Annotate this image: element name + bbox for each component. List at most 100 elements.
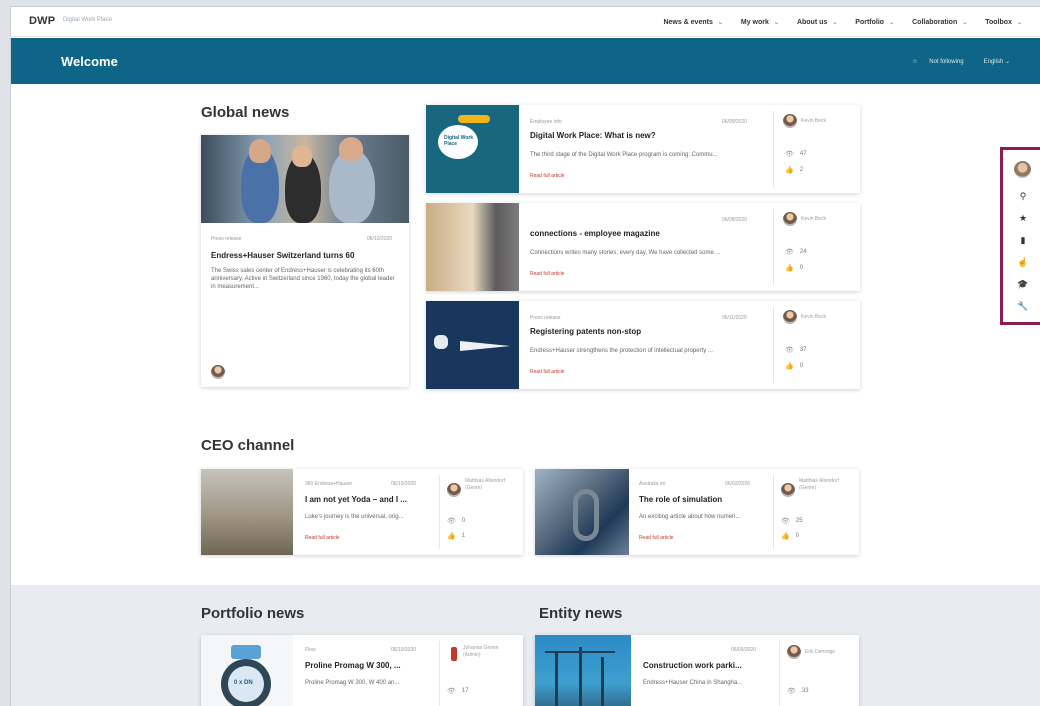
eye-icon: 👁 bbox=[447, 518, 456, 525]
like-count: 0 bbox=[799, 265, 804, 271]
news-type: Press release bbox=[530, 315, 561, 321]
language-select[interactable]: English ⌄ bbox=[974, 58, 1010, 65]
thumbs-up-icon: 👍 bbox=[447, 533, 456, 540]
news-image bbox=[201, 135, 409, 223]
likes-stat[interactable]: 👍 2 bbox=[785, 166, 803, 174]
view-count: 25 bbox=[795, 518, 803, 524]
news-type: Australia en bbox=[639, 481, 666, 487]
nav-my-work[interactable]: My work ⌄ bbox=[741, 19, 779, 26]
thumbs-up-icon: 👍 bbox=[785, 167, 794, 174]
app-logo[interactable]: DWP bbox=[29, 15, 55, 27]
news-title[interactable]: I am not yet Yoda – and I ... bbox=[305, 495, 407, 504]
views-stat: 👁 24 bbox=[785, 248, 807, 256]
follow-toggle[interactable]: ☆ Not following bbox=[912, 58, 963, 65]
nav-label: My work bbox=[740, 18, 769, 26]
nav-label: News & events bbox=[663, 18, 713, 26]
language-label: English bbox=[983, 59, 1004, 65]
entity-card[interactable]: 06/09/2020 Construction work parki... En… bbox=[535, 635, 859, 706]
portfolio-card[interactable]: 0 x DN Flow 06/10/2020 Proline Promag W … bbox=[201, 635, 523, 706]
nav-news-events[interactable]: News & events ⌄ bbox=[663, 19, 722, 26]
thumbs-up-icon: 👍 bbox=[785, 363, 794, 370]
bookmark-icon[interactable]: ▮ bbox=[1017, 234, 1029, 246]
avatar[interactable] bbox=[211, 365, 225, 379]
news-card[interactable]: Press release 06/11/2020 Registering pat… bbox=[426, 301, 860, 389]
news-type: Press release bbox=[211, 236, 242, 242]
news-title[interactable]: Proline Promag W 300, ... bbox=[305, 661, 401, 670]
nav-label: Collaboration bbox=[912, 18, 958, 26]
news-title[interactable]: Endress+Hauser Switzerland turns 60 bbox=[211, 251, 354, 260]
ceo-card[interactable]: Australia en 06/02/2020 The role of simu… bbox=[535, 469, 859, 555]
news-card-featured[interactable]: Press release 06/10/2020 Endress+Hauser … bbox=[201, 135, 409, 387]
eye-icon: 👁 bbox=[781, 518, 790, 525]
likes-stat[interactable]: 👍 0 bbox=[785, 362, 803, 370]
section-title-ceo-channel: CEO channel bbox=[201, 437, 295, 454]
read-article-link[interactable]: Read full article bbox=[305, 535, 339, 541]
view-count: 17 bbox=[461, 688, 469, 694]
wrench-icon[interactable]: 🔧 bbox=[1017, 300, 1029, 312]
nav-portfolio[interactable]: Portfolio ⌄ bbox=[855, 19, 894, 26]
news-title[interactable]: Digital Work Place: What is new? bbox=[530, 131, 656, 140]
news-description: Endress+Hauser China in Shangha... bbox=[643, 680, 743, 686]
news-type: Flow bbox=[305, 647, 316, 653]
nav-toolbox[interactable]: Toolbox ⌄ bbox=[985, 19, 1022, 26]
view-count: 33 bbox=[801, 688, 809, 694]
avatar[interactable] bbox=[783, 212, 797, 226]
eye-icon: 👁 bbox=[787, 688, 796, 695]
chevron-down-icon: ⌄ bbox=[962, 19, 968, 26]
quick-access-toolbar: ⚲ ★ ▮ ☝ 🎓 🔧 bbox=[1000, 147, 1040, 325]
section-title-global-news: Global news bbox=[201, 104, 290, 121]
graduation-cap-icon[interactable]: 🎓 bbox=[1017, 278, 1029, 290]
likes-stat[interactable]: 👍 1 bbox=[447, 532, 465, 540]
news-title[interactable]: Registering patents non-stop bbox=[530, 327, 641, 336]
read-article-link[interactable]: Read full article bbox=[639, 535, 673, 541]
read-article-link[interactable]: Read full article bbox=[530, 271, 564, 277]
nav-collaboration[interactable]: Collaboration ⌄ bbox=[912, 19, 967, 26]
news-thumbnail: 0 x DN bbox=[201, 635, 293, 706]
author-name: Kevin Beck bbox=[801, 314, 827, 320]
nav-label: About us bbox=[796, 18, 828, 26]
news-card[interactable]: Digital Work Place Employee info 06/09/2… bbox=[426, 105, 860, 193]
read-article-link[interactable]: Read full article bbox=[530, 369, 564, 375]
view-count: 0 bbox=[461, 518, 466, 524]
views-stat: 👁 47 bbox=[785, 150, 807, 158]
likes-stat[interactable]: 👍 0 bbox=[785, 264, 803, 272]
nav-label: Toolbox bbox=[985, 18, 1012, 26]
nav-about-us[interactable]: About us ⌄ bbox=[797, 19, 837, 26]
news-date: 06/10/2020 bbox=[391, 481, 417, 487]
views-stat: 👁 17 bbox=[447, 687, 469, 695]
star-icon[interactable]: ★ bbox=[1017, 212, 1029, 224]
news-description: Luke's journey is the universal, orig... bbox=[305, 514, 404, 520]
avatar[interactable] bbox=[787, 645, 801, 659]
news-title[interactable]: The role of simulation bbox=[639, 495, 722, 504]
avatar[interactable] bbox=[783, 310, 797, 324]
likes-stat[interactable]: 👍 0 bbox=[781, 532, 799, 540]
section-title-entity-news: Entity news bbox=[539, 605, 623, 622]
news-card[interactable]: 06/08/2020 connections - employee magazi… bbox=[426, 203, 860, 291]
news-date: 06/09/2020 bbox=[731, 647, 757, 653]
news-thumbnail bbox=[535, 469, 629, 555]
views-stat: 👁 0 bbox=[447, 517, 465, 525]
news-date: 06/11/2020 bbox=[722, 315, 747, 321]
news-thumbnail bbox=[426, 203, 519, 291]
read-article-link[interactable]: Read full article bbox=[530, 173, 564, 179]
news-type: Employee info bbox=[530, 119, 562, 125]
news-description: Endress+Hauser strengthens the protectio… bbox=[530, 348, 713, 354]
ceo-card[interactable]: 360 Endress+Hauser 06/10/2020 I am not y… bbox=[201, 469, 523, 555]
user-avatar[interactable] bbox=[1014, 161, 1031, 178]
search-icon[interactable]: ⚲ bbox=[1017, 190, 1029, 202]
thumbs-up-icon: 👍 bbox=[785, 265, 794, 272]
author-name: Kevin Beck bbox=[801, 118, 827, 124]
news-description: The Swiss sales center of Endress+Hauser… bbox=[211, 268, 395, 290]
eye-icon: 👁 bbox=[785, 347, 794, 354]
news-title[interactable]: Construction work parki... bbox=[643, 661, 742, 670]
chevron-down-icon: ⌄ bbox=[1016, 19, 1022, 26]
author-name: Kevin Beck bbox=[801, 216, 827, 222]
avatar[interactable] bbox=[781, 483, 795, 497]
views-stat: 👁 25 bbox=[781, 517, 803, 525]
avatar[interactable] bbox=[447, 483, 461, 497]
news-description: Proline Promag W 300, W 400 an... bbox=[305, 680, 400, 686]
section-title-portfolio-news: Portfolio news bbox=[201, 605, 305, 622]
news-title[interactable]: connections - employee magazine bbox=[530, 229, 660, 238]
pointer-icon[interactable]: ☝ bbox=[1017, 256, 1029, 268]
avatar[interactable] bbox=[783, 114, 797, 128]
